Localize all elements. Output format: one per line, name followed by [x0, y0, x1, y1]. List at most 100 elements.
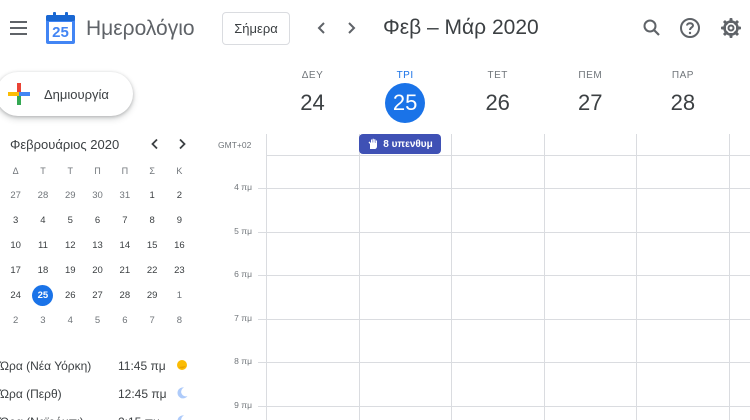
mini-day[interactable]: 4	[29, 215, 56, 226]
day-number[interactable]: 26	[451, 88, 544, 118]
mini-day-number: 29	[146, 290, 158, 301]
day-number[interactable]: 27	[544, 88, 637, 118]
mini-day[interactable]: 23	[166, 265, 193, 276]
chevron-left-icon	[151, 138, 158, 150]
mini-day-number: 18	[37, 265, 49, 276]
day-number-today[interactable]: 25	[359, 83, 452, 123]
world-clock-time: 11:45 πμ	[118, 359, 166, 373]
day-time-column[interactable]	[545, 156, 636, 420]
mini-day-number: 20	[92, 265, 103, 276]
settings-icon	[721, 18, 741, 38]
reminders-chip[interactable]: 8 υπενθυμ	[359, 134, 441, 154]
mini-calendar-grid: Δ Τ Τ Π Π Σ Κ 27 28 29 30 31 1 2 3 4 5 6 7 8 9 10 11 12 13 14 15 16…	[2, 158, 194, 333]
mini-day-number: 16	[174, 240, 185, 251]
day-header: ΠΑΡ 28	[636, 70, 729, 118]
mini-day-number: 10	[10, 240, 21, 251]
create-label: Δημιουργία	[44, 86, 109, 102]
mini-day[interactable]: 5	[84, 315, 111, 326]
mini-day-today[interactable]: 25	[29, 285, 56, 306]
day-number-text: 24	[300, 90, 325, 115]
mini-day[interactable]: 15	[138, 240, 165, 251]
mini-day[interactable]: 4	[57, 315, 84, 326]
help-button[interactable]	[677, 15, 703, 41]
mini-weekday-label: Σ	[149, 165, 155, 176]
mini-day-number: 2	[176, 190, 183, 201]
mini-day[interactable]: 29	[138, 290, 165, 301]
mini-day-number: 7	[122, 215, 128, 226]
mini-day-number: 6	[94, 215, 101, 226]
mini-day-number: 22	[146, 265, 158, 276]
mini-day[interactable]: 29	[57, 190, 84, 201]
mini-day[interactable]: 9	[166, 215, 193, 226]
hour-label: 6 πμ	[234, 269, 252, 280]
mini-day[interactable]: 16	[166, 240, 193, 251]
logo-number: 25	[52, 24, 69, 41]
world-clock-row: Ώρα (Νέα Υόρκη) 11:45 πμ	[0, 356, 200, 376]
settings-button[interactable]	[718, 15, 744, 41]
mini-day[interactable]: 18	[29, 265, 56, 276]
world-clock-time: 2:15 πμ	[118, 415, 160, 420]
mini-next-month-button[interactable]	[172, 134, 192, 154]
menu-icon[interactable]	[4, 14, 32, 42]
mini-day[interactable]: 7	[138, 315, 165, 326]
prev-week-button[interactable]	[310, 16, 334, 40]
mini-day[interactable]: 26	[57, 290, 84, 301]
mini-week-row: 27 28 29 30 31 1 2	[2, 183, 194, 208]
mini-day[interactable]: 22	[138, 265, 165, 276]
mini-day-number: 26	[64, 290, 76, 301]
today-button[interactable]: Σήμερα	[222, 12, 290, 45]
day-time-column[interactable]	[452, 156, 544, 420]
create-button[interactable]: Δημιουργία	[0, 72, 133, 116]
mini-day[interactable]: 24	[2, 290, 29, 301]
mini-day-number: 12	[64, 240, 76, 251]
world-clock-row: Ώρα (Περθ) 12:45 πμ	[0, 384, 200, 404]
mini-day-number: 7	[149, 315, 155, 326]
search-button[interactable]	[639, 15, 665, 41]
mini-day[interactable]: 11	[29, 240, 56, 251]
mini-day[interactable]: 1	[138, 190, 165, 201]
mini-day[interactable]: 6	[84, 215, 111, 226]
next-week-button[interactable]	[339, 16, 363, 40]
mini-day[interactable]: 1	[166, 290, 193, 301]
mini-day[interactable]: 2	[166, 190, 193, 201]
mini-day[interactable]: 14	[111, 240, 138, 251]
mini-day-number: 13	[92, 240, 103, 251]
mini-day[interactable]: 31	[111, 190, 138, 201]
date-range-title: Φεβ – Μάρ 2020	[383, 16, 539, 39]
mini-day[interactable]: 3	[29, 315, 56, 326]
mini-day[interactable]: 21	[111, 265, 138, 276]
chevron-right-icon	[348, 22, 356, 34]
mini-day[interactable]: 28	[111, 290, 138, 301]
mini-day[interactable]: 7	[111, 215, 138, 226]
world-clock-label: Ώρα (Νέα Υόρκη)	[0, 359, 92, 373]
mini-day-number: 6	[122, 315, 128, 326]
mini-prev-month-button[interactable]	[145, 134, 165, 154]
mini-day[interactable]: 2	[2, 315, 29, 326]
mini-day[interactable]: 8	[166, 315, 193, 326]
mini-day[interactable]: 5	[57, 215, 84, 226]
mini-day[interactable]: 27	[84, 290, 111, 301]
mini-day[interactable]: 30	[84, 190, 111, 201]
mini-day[interactable]: 3	[2, 215, 29, 226]
mini-day[interactable]: 6	[111, 315, 138, 326]
app-header: 25 Ημερολόγιο Σήμερα Φεβ – Μάρ 2020	[0, 0, 750, 58]
mini-day[interactable]: 27	[2, 190, 29, 201]
day-time-column[interactable]	[637, 156, 729, 420]
day-time-column[interactable]	[360, 156, 451, 420]
mini-day[interactable]: 8	[138, 215, 165, 226]
day-number[interactable]: 24	[266, 88, 359, 118]
day-number-text: 26	[485, 90, 510, 115]
mini-day[interactable]: 10	[2, 240, 29, 251]
mini-day-number: 2	[13, 315, 19, 326]
mini-day[interactable]: 13	[84, 240, 111, 251]
mini-day[interactable]: 17	[2, 265, 29, 276]
mini-week-row: 2 3 4 5 6 7 8	[2, 308, 194, 333]
mini-day[interactable]: 28	[29, 190, 56, 201]
mini-day[interactable]: 12	[57, 240, 84, 251]
mini-day[interactable]: 19	[57, 265, 84, 276]
mini-weekday-label: Π	[94, 165, 101, 176]
day-number[interactable]: 28	[636, 88, 729, 118]
day-time-column[interactable]	[267, 156, 359, 420]
mini-day[interactable]: 20	[84, 265, 111, 276]
mini-day-number: 1	[149, 190, 155, 201]
